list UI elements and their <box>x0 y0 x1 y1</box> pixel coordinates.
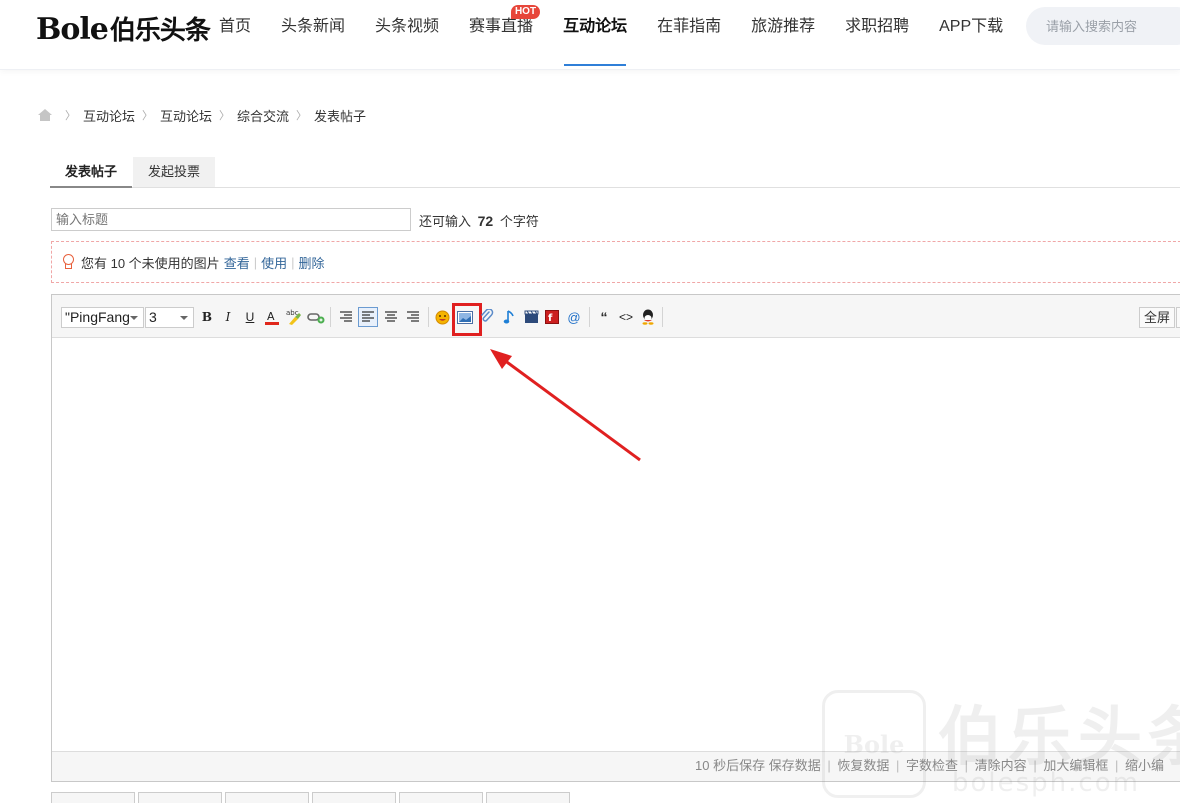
link-icon[interactable] <box>306 307 326 327</box>
flash-icon[interactable]: f <box>542 307 562 327</box>
toolbar-divider <box>330 307 331 327</box>
divider: | <box>1033 758 1037 773</box>
shrink-editor-link[interactable]: 缩小编 <box>1125 758 1164 773</box>
option-button[interactable] <box>225 792 309 803</box>
nav-travel[interactable]: 旅游推荐 <box>736 0 830 66</box>
font-color-icon[interactable]: A <box>262 307 282 327</box>
char-count-value: 72 <box>477 213 494 229</box>
quote-icon[interactable]: “ <box>594 307 614 327</box>
option-button[interactable] <box>51 792 135 803</box>
option-button[interactable] <box>138 792 222 803</box>
char-count-suffix: 个字符 <box>499 214 539 229</box>
more-button[interactable] <box>1176 307 1180 328</box>
option-button[interactable] <box>312 792 396 803</box>
search-input[interactable] <box>1026 7 1180 45</box>
font-family-select[interactable]: "PingFang <box>61 307 144 328</box>
logo-en: Bole <box>36 12 109 47</box>
chevron-down-icon <box>130 316 138 320</box>
emoji-icon[interactable] <box>432 307 452 327</box>
font-size-select[interactable]: 3 <box>145 307 194 328</box>
site-header: Bole 伯乐头条 首页 头条新闻 头条视频 赛事直播 HOT 互动论坛 在菲指… <box>0 0 1180 70</box>
breadcrumb-general[interactable]: 综合交流 <box>237 106 289 125</box>
nav-video[interactable]: 头条视频 <box>360 0 454 66</box>
underline-icon[interactable]: U <box>240 307 260 327</box>
nav-guide[interactable]: 在菲指南 <box>642 0 736 66</box>
breadcrumb-current: 发表帖子 <box>314 108 367 124</box>
nav-home[interactable]: 首页 <box>204 0 266 66</box>
divider: | <box>291 254 295 270</box>
clear-content-link[interactable]: 清除内容 <box>975 758 1027 773</box>
char-count: 还可输入 72 个字符 <box>419 211 539 230</box>
qq-icon[interactable] <box>638 307 658 327</box>
chevron-right-icon: 〉 <box>65 110 76 122</box>
attachment-icon[interactable] <box>477 307 497 327</box>
toolbar-divider <box>428 307 429 327</box>
rich-text-editor: "PingFang 3 B I U A abc f @ “ <> 全屏 10 秒… <box>51 294 1180 782</box>
align-left-icon[interactable] <box>336 307 356 327</box>
font-family-value: "PingFang <box>65 309 130 325</box>
background-color-icon[interactable]: abc <box>284 307 304 327</box>
option-button[interactable] <box>486 792 570 803</box>
nav-app[interactable]: APP下载 <box>924 0 1018 66</box>
tab-poll[interactable]: 发起投票 <box>133 157 216 187</box>
divider: | <box>253 254 258 270</box>
logo-cn: 伯乐头条 <box>109 16 211 46</box>
divider: | <box>964 758 969 773</box>
enlarge-editor-link[interactable]: 加大编辑框 <box>1043 758 1108 773</box>
editor-toolbar: "PingFang 3 B I U A abc f @ “ <> 全屏 <box>52 295 1180 338</box>
use-link[interactable]: 使用 <box>261 253 287 272</box>
svg-text:f: f <box>548 313 553 324</box>
font-size-value: 3 <box>149 309 157 325</box>
delete-link[interactable]: 删除 <box>299 253 325 272</box>
code-icon[interactable]: <> <box>616 307 636 327</box>
option-button[interactable] <box>399 792 483 803</box>
hot-badge: HOT <box>510 5 541 19</box>
mention-icon[interactable]: @ <box>564 307 584 327</box>
chevron-right-icon: 〉 <box>296 110 308 122</box>
tab-post[interactable]: 发表帖子 <box>50 157 133 188</box>
toolbar-divider <box>589 307 590 327</box>
notice-text: 您有 10 个未使用的图片 <box>81 255 220 271</box>
save-data-link[interactable]: 保存数据 <box>769 758 821 773</box>
char-count-prefix: 还可输入 <box>419 214 472 229</box>
unused-images-notice: 您有 10 个未使用的图片 查看 | 使用 | 删除 <box>51 241 1180 283</box>
fullscreen-button[interactable]: 全屏 <box>1139 307 1175 328</box>
editor-content-area[interactable] <box>52 339 1180 751</box>
restore-data-link[interactable]: 恢复数据 <box>837 758 889 773</box>
align-center-icon[interactable] <box>381 307 401 327</box>
divider: | <box>827 758 831 773</box>
editor-footer: 10 秒后保存 保存数据 | 恢复数据 | 字数检查 | 清除内容 | 加大编辑… <box>52 751 1180 781</box>
align-right-icon[interactable] <box>403 307 423 327</box>
lightbulb-icon <box>62 254 74 270</box>
title-input[interactable] <box>51 208 411 231</box>
chevron-right-icon: 〉 <box>219 110 231 122</box>
site-logo[interactable]: Bole 伯乐头条 <box>36 10 211 47</box>
home-icon[interactable] <box>38 109 52 121</box>
main-nav: 首页 头条新闻 头条视频 赛事直播 HOT 互动论坛 在菲指南 旅游推荐 求职招… <box>204 0 1018 70</box>
word-count-link[interactable]: 字数检查 <box>906 758 958 773</box>
chevron-down-icon <box>180 316 188 320</box>
toolbar-divider <box>662 307 663 327</box>
post-type-tabs: 发表帖子 发起投票 <box>50 157 1180 188</box>
video-icon[interactable] <box>521 307 541 327</box>
divider: | <box>1114 758 1119 773</box>
autosave-status: 10 秒后保存 <box>695 758 766 773</box>
align-justify-icon[interactable] <box>358 307 378 327</box>
bold-icon[interactable]: B <box>197 307 217 327</box>
nav-forum[interactable]: 互动论坛 <box>548 0 642 66</box>
bottom-options-row <box>51 792 573 803</box>
italic-icon[interactable]: I <box>218 307 238 327</box>
divider: | <box>896 758 900 773</box>
nav-news[interactable]: 头条新闻 <box>266 0 360 66</box>
chevron-right-icon: 〉 <box>142 110 154 122</box>
breadcrumb-forum[interactable]: 互动论坛 <box>83 106 135 125</box>
breadcrumb: 〉 互动论坛 〉 互动论坛 〉 综合交流 〉 发表帖子 <box>38 105 366 125</box>
view-link[interactable]: 查看 <box>224 253 250 272</box>
nav-live[interactable]: 赛事直播 HOT <box>454 0 548 66</box>
nav-live-label: 赛事直播 <box>469 18 534 35</box>
nav-jobs[interactable]: 求职招聘 <box>830 0 924 66</box>
svg-text:A: A <box>267 310 275 323</box>
breadcrumb-forum-2[interactable]: 互动论坛 <box>160 106 212 125</box>
music-icon[interactable] <box>499 307 519 327</box>
